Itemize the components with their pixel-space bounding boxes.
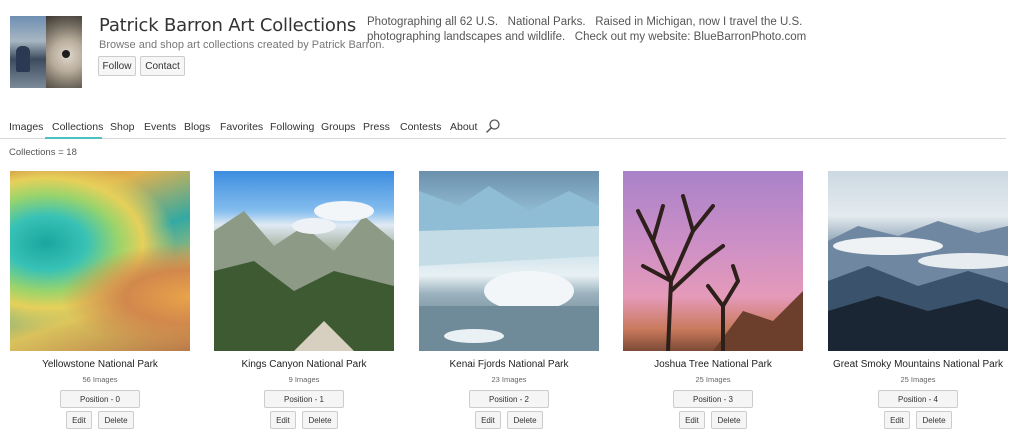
collections-count: Collections = 18 bbox=[9, 147, 77, 158]
collection-thumbnail[interactable] bbox=[419, 171, 599, 351]
edit-button[interactable]: Edit bbox=[884, 411, 910, 429]
position-button[interactable]: Position - 1 bbox=[264, 390, 344, 408]
avatar-photo-person bbox=[10, 16, 46, 88]
tab-events[interactable]: Events bbox=[144, 121, 176, 133]
kenai-fjords-art bbox=[419, 186, 599, 351]
collection-image-count: 9 Images bbox=[288, 375, 320, 384]
collection-image-count: 25 Images bbox=[695, 375, 731, 384]
tab-contests[interactable]: Contests bbox=[400, 121, 441, 133]
profile-nav: Images Collections Shop Events Blogs Fav… bbox=[0, 114, 1006, 139]
collection-image-count: 25 Images bbox=[900, 375, 936, 384]
collection-title[interactable]: Great Smoky Mountains National Park bbox=[808, 359, 1024, 370]
joshua-tree-art bbox=[636, 194, 803, 351]
delete-button[interactable]: Delete bbox=[916, 411, 952, 429]
edit-button[interactable]: Edit bbox=[679, 411, 705, 429]
tab-press[interactable]: Press bbox=[363, 121, 390, 133]
delete-button[interactable]: Delete bbox=[507, 411, 543, 429]
smoky-mountains-art bbox=[828, 221, 1008, 351]
position-button[interactable]: Position - 3 bbox=[673, 390, 753, 408]
tab-shop[interactable]: Shop bbox=[110, 121, 135, 133]
delete-button[interactable]: Delete bbox=[302, 411, 338, 429]
edit-button[interactable]: Edit bbox=[475, 411, 501, 429]
page-title: Patrick Barron Art Collections bbox=[99, 15, 357, 36]
collection-thumbnail[interactable] bbox=[10, 171, 190, 351]
delete-button[interactable]: Delete bbox=[711, 411, 747, 429]
tab-images[interactable]: Images bbox=[9, 121, 43, 133]
kings-canyon-art bbox=[214, 201, 394, 351]
collection-title[interactable]: Kenai Fjords National Park bbox=[399, 359, 619, 370]
avatar-photo-animal bbox=[46, 16, 82, 88]
position-button[interactable]: Position - 2 bbox=[469, 390, 549, 408]
active-tab-indicator bbox=[45, 137, 102, 139]
profile-bio: Photographing all 62 U.S. National Parks… bbox=[367, 16, 807, 43]
tab-collections[interactable]: Collections bbox=[52, 121, 103, 133]
edit-button[interactable]: Edit bbox=[66, 411, 92, 429]
tab-blogs[interactable]: Blogs bbox=[184, 121, 210, 133]
tab-about[interactable]: About bbox=[450, 121, 477, 133]
collection-image-count: 56 Images bbox=[82, 375, 118, 384]
page-subtitle: Browse and shop art collections created … bbox=[99, 39, 385, 51]
contact-button[interactable]: Contact bbox=[140, 56, 185, 76]
collection-thumbnail[interactable] bbox=[828, 171, 1008, 351]
collection-thumbnail[interactable] bbox=[623, 171, 803, 351]
profile-header: Patrick Barron Art Collections Browse an… bbox=[0, 0, 1024, 110]
position-button[interactable]: Position - 0 bbox=[60, 390, 140, 408]
avatar[interactable] bbox=[10, 16, 82, 88]
collection-thumbnail[interactable] bbox=[214, 171, 394, 351]
collection-title[interactable]: Joshua Tree National Park bbox=[603, 359, 823, 370]
tab-favorites[interactable]: Favorites bbox=[220, 121, 263, 133]
tab-following[interactable]: Following bbox=[270, 121, 314, 133]
tab-groups[interactable]: Groups bbox=[321, 121, 355, 133]
delete-button[interactable]: Delete bbox=[98, 411, 134, 429]
position-button[interactable]: Position - 4 bbox=[878, 390, 958, 408]
collection-title[interactable]: Yellowstone National Park bbox=[0, 359, 210, 370]
collection-image-count: 23 Images bbox=[491, 375, 527, 384]
collection-title[interactable]: Kings Canyon National Park bbox=[194, 359, 414, 370]
edit-button[interactable]: Edit bbox=[270, 411, 296, 429]
search-icon[interactable] bbox=[485, 118, 501, 134]
follow-button[interactable]: Follow bbox=[98, 56, 136, 76]
